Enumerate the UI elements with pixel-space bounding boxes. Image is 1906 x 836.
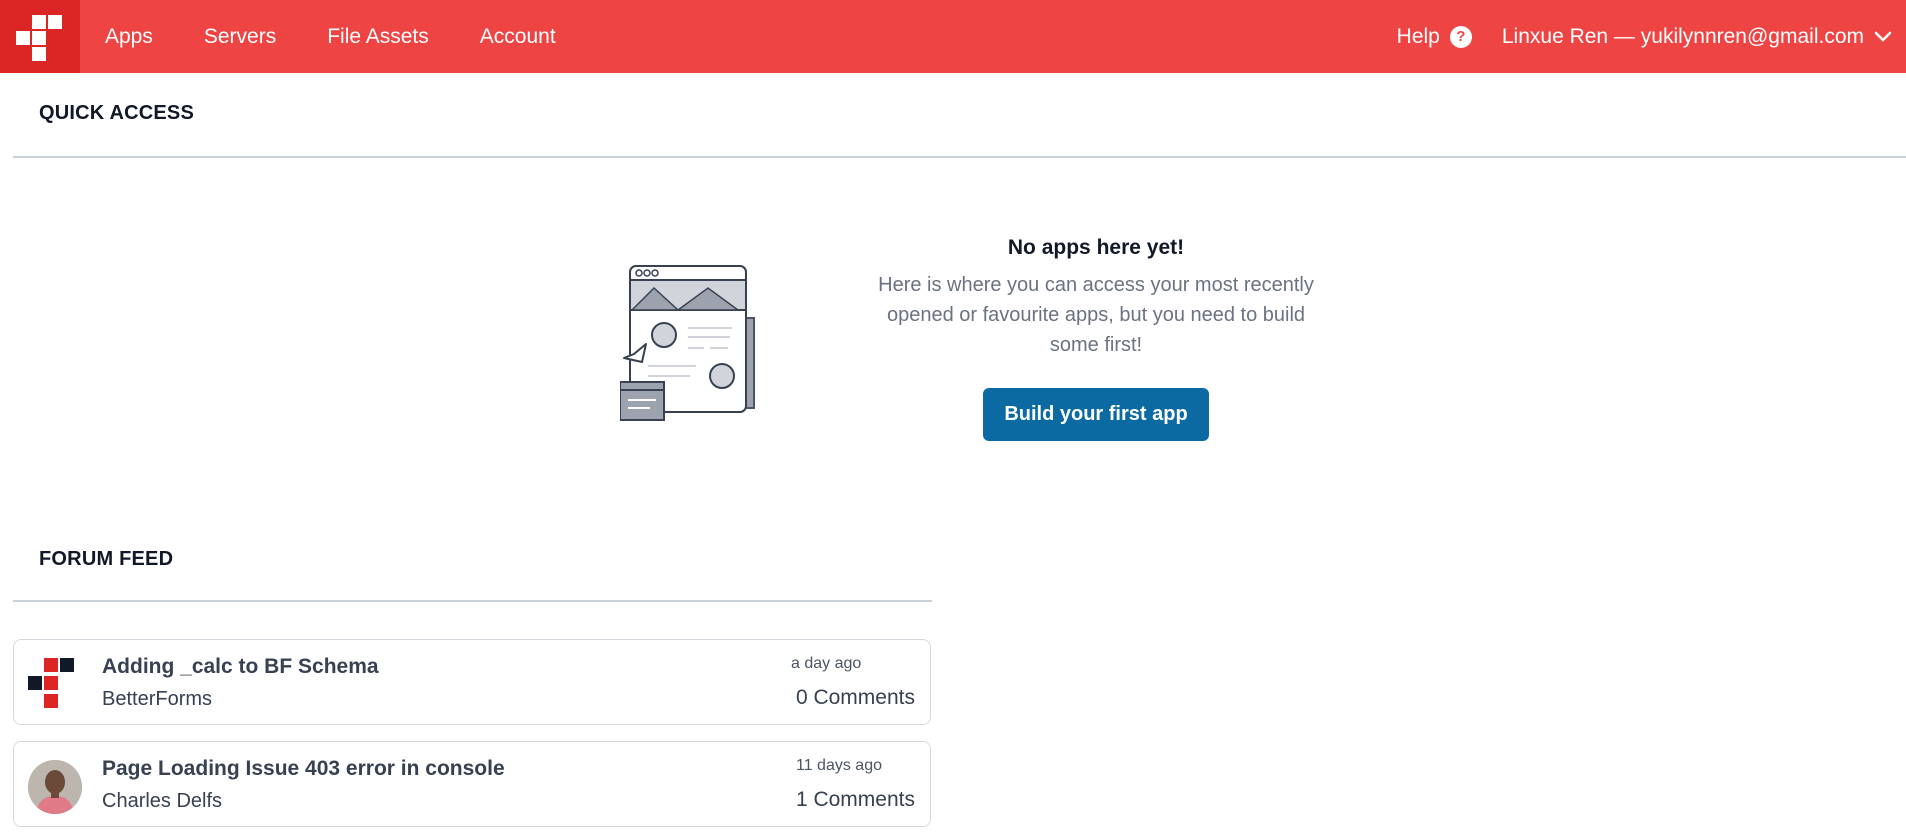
post-title: Page Loading Issue 403 error in console bbox=[102, 757, 505, 780]
empty-state: No apps here yet! Here is where you can … bbox=[830, 236, 1362, 441]
post-author: BetterForms bbox=[102, 688, 213, 710]
topbar-right: Help ? Linxue Ren — yukilynnren@gmail.co… bbox=[1397, 0, 1906, 73]
user-label: Linxue Ren — yukilynnren@gmail.com bbox=[1501, 24, 1864, 48]
empty-apps-illustration bbox=[619, 262, 770, 424]
forum-post[interactable]: Page Loading Issue 403 error in console … bbox=[13, 741, 931, 827]
empty-description-line-2: opened or favourite apps, but you need t… bbox=[886, 304, 1306, 326]
empty-description-line-3: some first! bbox=[1049, 334, 1143, 356]
help-label: Help bbox=[1396, 24, 1440, 48]
post-time: a day ago bbox=[791, 655, 862, 672]
chevron-down-icon bbox=[1874, 31, 1892, 43]
forum-feed-divider bbox=[13, 600, 932, 602]
top-navbar: Apps Servers File Assets Account Help ? … bbox=[0, 0, 1906, 73]
main-nav: Apps Servers File Assets Account bbox=[105, 25, 607, 49]
help-link[interactable]: Help ? bbox=[1397, 25, 1472, 49]
post-author: Charles Delfs bbox=[102, 790, 223, 812]
nav-apps[interactable]: Apps bbox=[105, 25, 153, 49]
empty-description: Here is where you can access your most r… bbox=[830, 270, 1362, 360]
user-photo-avatar bbox=[28, 760, 82, 814]
quick-access-divider bbox=[13, 156, 1906, 158]
empty-title: No apps here yet! bbox=[1007, 236, 1185, 259]
post-time: 11 days ago bbox=[796, 757, 882, 774]
betterforms-logo-icon[interactable] bbox=[0, 0, 80, 73]
user-menu[interactable]: Linxue Ren — yukilynnren@gmail.com bbox=[1502, 25, 1892, 49]
nav-account[interactable]: Account bbox=[480, 25, 556, 49]
quick-access-heading: QUICK ACCESS bbox=[39, 102, 195, 124]
forum-post[interactable]: Adding _calc to BF Schema BetterForms a … bbox=[13, 639, 931, 725]
build-first-app-button[interactable]: Build your first app bbox=[983, 388, 1209, 441]
help-circle-icon: ? bbox=[1449, 25, 1472, 48]
forum-feed-heading: FORUM FEED bbox=[39, 548, 174, 570]
nav-servers[interactable]: Servers bbox=[204, 25, 276, 49]
post-comments: 1 Comments bbox=[795, 788, 915, 811]
post-title: Adding _calc to BF Schema bbox=[102, 655, 379, 678]
betterforms-avatar-icon bbox=[28, 658, 82, 712]
empty-description-line-1: Here is where you can access your most r… bbox=[878, 274, 1314, 296]
post-comments: 0 Comments bbox=[795, 686, 915, 709]
nav-file-assets[interactable]: File Assets bbox=[327, 25, 429, 49]
